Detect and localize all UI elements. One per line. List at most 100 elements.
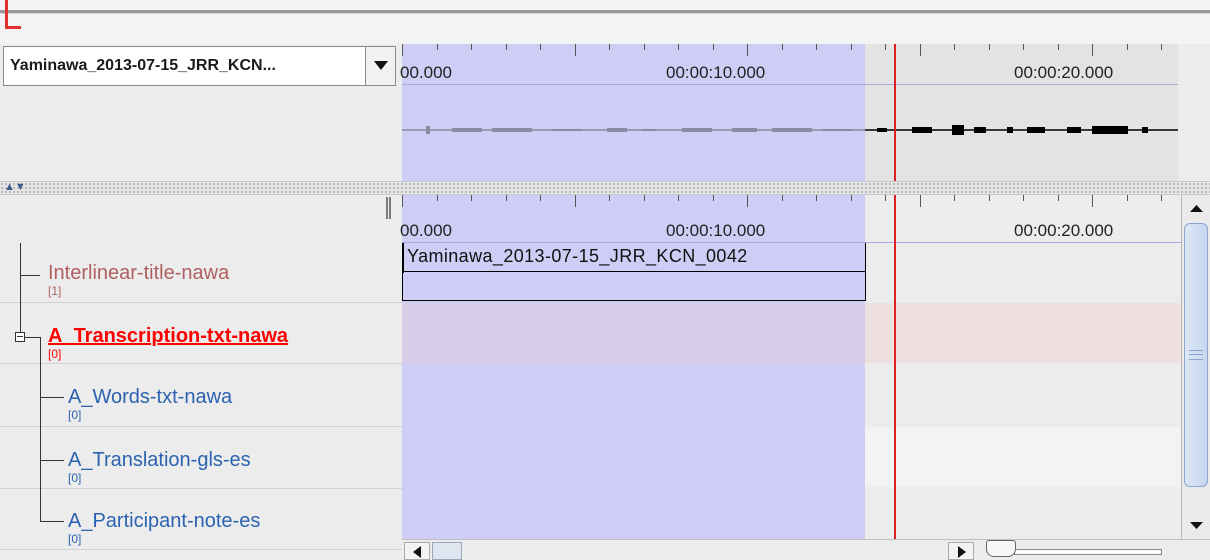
dropdown-arrow-button[interactable] xyxy=(365,47,395,85)
tier-name: A_Participant-note-es xyxy=(68,510,261,532)
ruler-tick xyxy=(609,44,610,50)
media-file-select-value: Yaminawa_2013-07-15_JRR_KCN... xyxy=(10,57,276,74)
tier-annotation-count: [0] xyxy=(68,408,82,422)
ruler-tick xyxy=(988,44,990,50)
media-file-select[interactable]: Yaminawa_2013-07-15_JRR_KCN... xyxy=(3,46,396,86)
ruler-tick xyxy=(402,195,403,207)
ruler-tick xyxy=(643,44,645,50)
crosshair-line[interactable] xyxy=(894,195,896,539)
tier-row-divider xyxy=(0,488,402,489)
tier-row-divider xyxy=(0,426,402,427)
ruler-tick xyxy=(1092,195,1093,207)
ruler-tick xyxy=(505,195,507,201)
ruler-tick xyxy=(954,44,955,50)
annotation-underline xyxy=(402,271,866,272)
ruler-tick xyxy=(574,44,576,56)
tier-name: A_Translation-gls-es xyxy=(68,449,251,471)
timeline-ruler-label: 00:00:20.000 xyxy=(1014,221,1114,240)
ruler-tick xyxy=(850,44,852,50)
tier-annotation-count: [1] xyxy=(48,284,62,298)
ruler-tick xyxy=(1126,195,1128,201)
annotation-value[interactable]: Yaminawa_2013-07-15_JRR_KCN_0042 xyxy=(407,246,748,267)
tree-connector xyxy=(20,275,40,276)
ruler-tick xyxy=(1161,195,1162,201)
ruler-tick xyxy=(436,195,438,201)
tier-name: A_Words-txt-nawa xyxy=(68,386,233,408)
ruler-tick xyxy=(885,44,886,50)
tree-connector xyxy=(40,337,41,522)
timeline-vertical-scrollbar[interactable] xyxy=(1181,195,1210,539)
panel-resize-handle[interactable] xyxy=(386,197,391,219)
tree-connector xyxy=(24,337,40,338)
scroll-up-button[interactable] xyxy=(1184,197,1209,221)
signal-ruler-label: 00:00:10.000 xyxy=(666,63,766,82)
ruler-tick xyxy=(919,44,921,56)
zoom-slider-track[interactable] xyxy=(1014,549,1162,555)
signal-ruler-label: 00:00:20.000 xyxy=(1014,63,1114,82)
toolbar-separator-light xyxy=(0,13,1210,14)
ruler-tick xyxy=(712,195,714,201)
tier-row-divider xyxy=(0,302,402,303)
red-marker-icon xyxy=(5,0,8,29)
signal-ruler-label: 00.000 xyxy=(400,63,452,82)
ruler-tick xyxy=(678,195,679,201)
tier-name-panel xyxy=(0,195,402,560)
ruler-tick xyxy=(988,195,990,201)
scroll-left-button[interactable] xyxy=(404,542,430,560)
tier-row-divider xyxy=(0,549,402,550)
arrow-right-icon xyxy=(958,546,966,558)
timeline-ruler-label: 00.000 xyxy=(400,221,452,240)
timeline-bottom-bar xyxy=(402,539,1210,560)
tier-row-divider xyxy=(0,363,402,364)
tree-connector xyxy=(20,243,21,340)
red-marker-foot xyxy=(5,26,21,29)
viewer-split-divider[interactable] xyxy=(0,181,1210,195)
grip-icon xyxy=(1189,350,1203,360)
tier-annotation-count: [0] xyxy=(68,532,82,546)
active-tier-selection-overlay xyxy=(402,303,865,363)
tree-connector xyxy=(40,397,64,398)
ruler-tick xyxy=(1023,44,1024,50)
arrow-up-icon xyxy=(1190,205,1203,212)
arrow-left-icon xyxy=(413,546,421,558)
collapse-toggle-icon[interactable] xyxy=(15,332,25,342)
ruler-tick xyxy=(885,195,886,201)
signal-tick-marks xyxy=(402,44,1178,58)
ruler-tick xyxy=(919,195,921,207)
ruler-tick xyxy=(850,195,852,201)
scroll-right-button[interactable] xyxy=(948,542,974,560)
ruler-tick xyxy=(816,195,817,201)
scroll-down-button[interactable] xyxy=(1184,513,1209,537)
menu-strip xyxy=(0,0,1210,44)
split-arrows-icon[interactable]: ▲▼ xyxy=(4,182,26,193)
ruler-tick xyxy=(402,44,403,56)
ruler-tick xyxy=(747,195,748,207)
tree-connector xyxy=(40,460,64,461)
tier-name-active: A_Transcription-txt-nawa xyxy=(48,325,289,347)
ruler-tick xyxy=(712,44,714,50)
ruler-tick xyxy=(816,44,817,50)
ruler-tick xyxy=(505,44,507,50)
signal-viewer-margin xyxy=(1178,44,1210,181)
arrow-down-icon xyxy=(1190,522,1203,529)
zoom-slider-knob[interactable] xyxy=(986,540,1016,557)
ruler-tick xyxy=(747,44,748,56)
ruler-tick xyxy=(1161,44,1162,50)
ruler-tick xyxy=(436,44,438,50)
vertical-scroll-thumb[interactable] xyxy=(1184,223,1208,487)
tier-annotation-count: [0] xyxy=(68,471,82,485)
crosshair-line[interactable] xyxy=(894,44,896,181)
ruler-tick xyxy=(471,195,472,201)
ruler-tick xyxy=(471,44,472,50)
ruler-tick xyxy=(1126,44,1128,50)
ruler-tick xyxy=(540,44,541,50)
ruler-tick xyxy=(781,44,783,50)
tier-name: Interlinear-title-nawa xyxy=(48,262,230,284)
ruler-tick xyxy=(643,195,645,201)
ruler-tick xyxy=(1023,195,1024,201)
ruler-tick xyxy=(781,195,783,201)
ruler-tick xyxy=(954,195,955,201)
ruler-tick xyxy=(678,44,679,50)
horizontal-scroll-thumb[interactable] xyxy=(432,542,462,560)
timeline-tick-marks xyxy=(402,195,1178,209)
